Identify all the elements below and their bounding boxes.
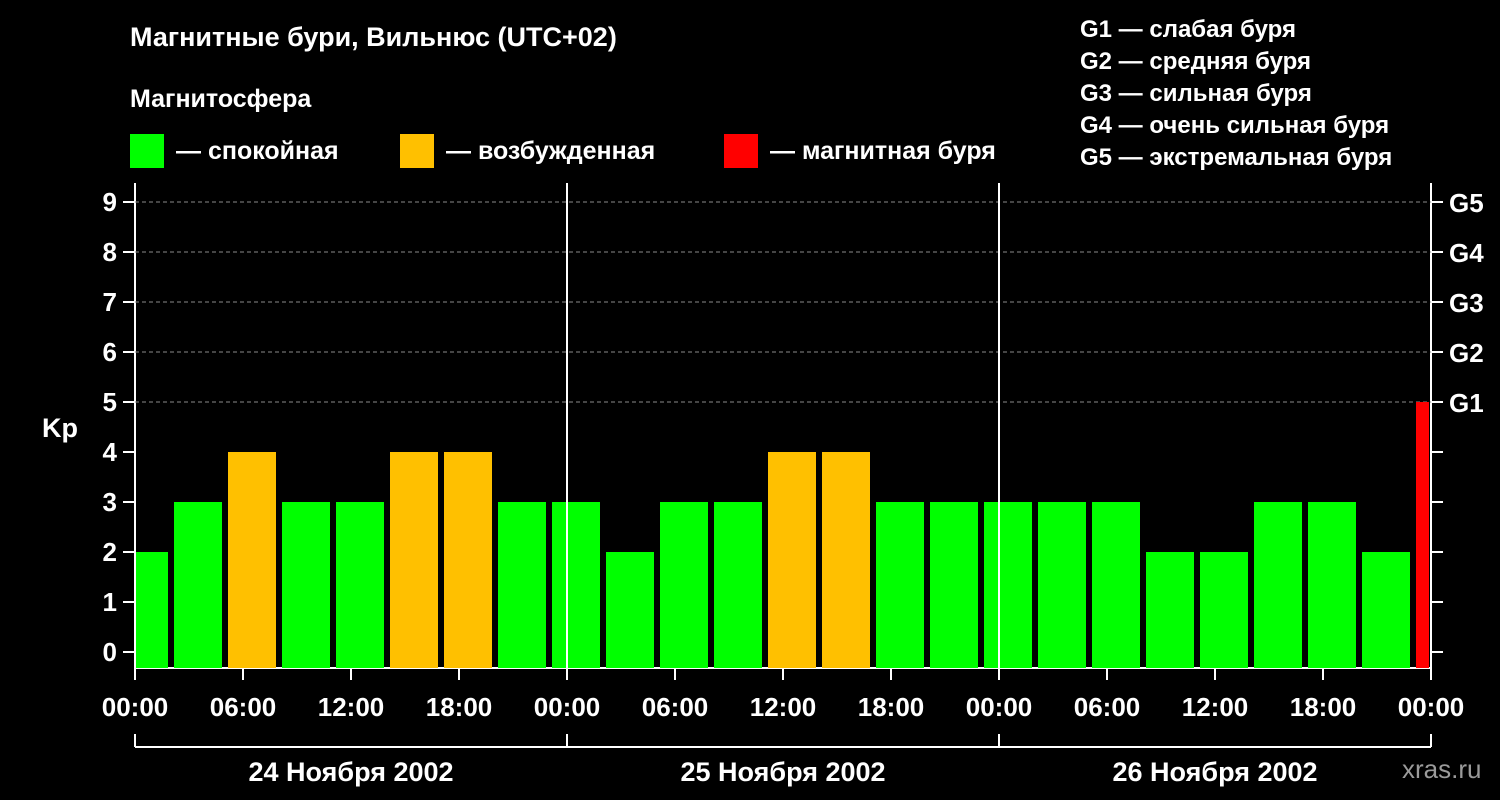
kp-bar xyxy=(876,502,924,668)
kp-bar xyxy=(282,502,330,668)
kp-bar xyxy=(1362,552,1410,668)
x-tick-label: 00:00 xyxy=(966,692,1033,722)
x-tick-label: 18:00 xyxy=(426,692,493,722)
g-level-label: G3 xyxy=(1449,288,1484,318)
day-label: 25 Ноября 2002 xyxy=(680,757,885,787)
kp-bar xyxy=(822,452,870,668)
x-tick-label: 12:00 xyxy=(750,692,817,722)
kp-bar xyxy=(1416,402,1429,668)
kp-bar xyxy=(552,502,600,668)
y-axis-label: Kp xyxy=(42,413,78,443)
x-tick-label: 18:00 xyxy=(1290,692,1357,722)
kp-bar-chart: 0 1 2 3 4 5 6 7 8 9 G1 G2 G3 G4 G5 Kp 00:00 06:00 12:00 18:… xyxy=(42,183,1484,787)
kp-bar xyxy=(930,502,978,668)
x-tick-label: 12:00 xyxy=(1182,692,1249,722)
x-tick-label: 12:00 xyxy=(318,692,385,722)
kp-bar xyxy=(174,502,222,668)
kp-bar xyxy=(1254,502,1302,668)
g-level-label: G4 xyxy=(1449,238,1484,268)
kp-bar xyxy=(1146,552,1194,668)
day-label: 24 Ноября 2002 xyxy=(248,757,453,787)
y-tick-label: 4 xyxy=(103,437,118,467)
kp-bar xyxy=(1038,502,1086,668)
y-tick-label: 5 xyxy=(103,387,117,417)
g-level-label: G2 xyxy=(1449,338,1484,368)
kp-bar xyxy=(984,502,1032,668)
kp-bar xyxy=(606,552,654,668)
kp-bar xyxy=(1092,502,1140,668)
x-tick-label: 06:00 xyxy=(1074,692,1141,722)
y-tick-label: 6 xyxy=(103,337,117,367)
kp-bar xyxy=(498,502,546,668)
kp-bar xyxy=(1308,502,1356,668)
x-tick-label: 00:00 xyxy=(102,692,169,722)
y-tick-label: 9 xyxy=(103,187,117,217)
watermark: xras.ru xyxy=(1402,754,1482,784)
kp-bar xyxy=(714,502,762,668)
g-level-label: G5 xyxy=(1449,188,1484,218)
kp-bar xyxy=(1200,552,1248,668)
x-tick-label: 00:00 xyxy=(1398,692,1465,722)
g-level-label: G1 xyxy=(1449,388,1484,418)
x-tick-label: 00:00 xyxy=(534,692,601,722)
y-tick-label: 8 xyxy=(103,237,117,267)
kp-bar xyxy=(228,452,276,668)
kp-bar xyxy=(390,452,438,668)
x-tick-label: 06:00 xyxy=(210,692,277,722)
x-tick-label: 18:00 xyxy=(858,692,925,722)
y-tick-label: 3 xyxy=(103,487,117,517)
x-tick-label: 06:00 xyxy=(642,692,709,722)
y-tick-label: 0 xyxy=(103,637,117,667)
kp-bar xyxy=(336,502,384,668)
y-tick-label: 7 xyxy=(103,287,117,317)
y-tick-label: 1 xyxy=(103,587,117,617)
day-label: 26 Ноября 2002 xyxy=(1112,757,1317,787)
kp-bar xyxy=(136,552,168,668)
kp-bar xyxy=(444,452,492,668)
kp-bar xyxy=(768,452,816,668)
y-tick-label: 2 xyxy=(103,537,117,567)
kp-bar xyxy=(660,502,708,668)
